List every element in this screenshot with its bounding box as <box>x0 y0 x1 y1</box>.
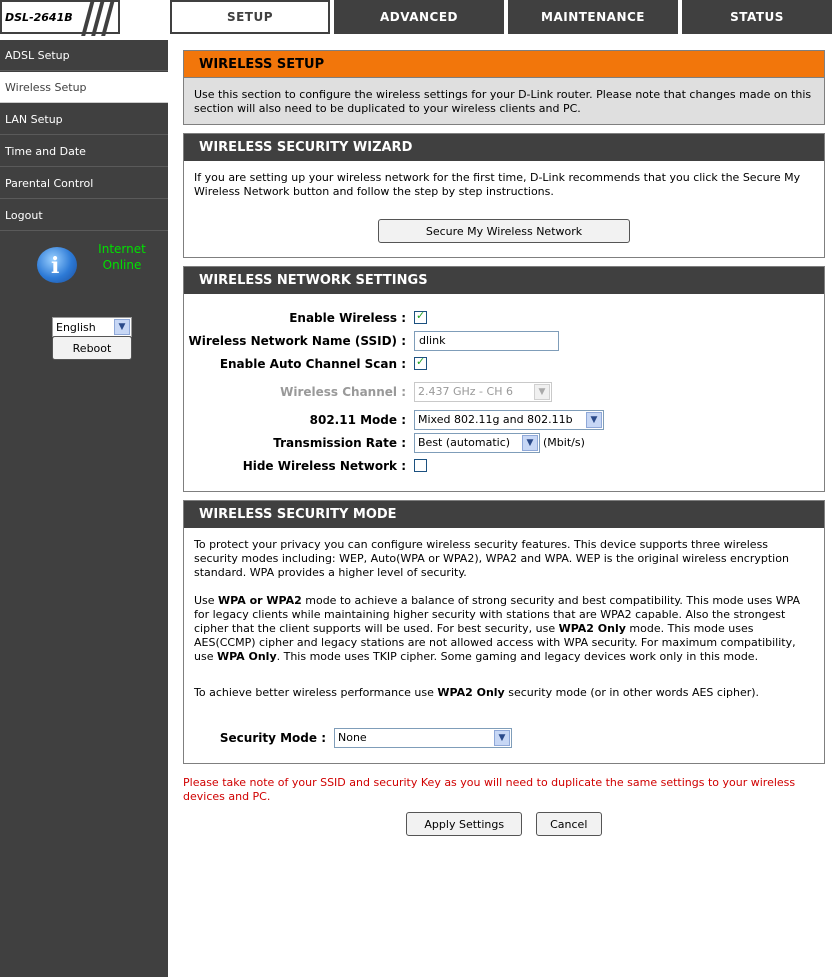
apply-settings-button[interactable]: Apply Settings <box>406 812 523 836</box>
wireless-setup-description: Use this section to configure the wirele… <box>184 78 824 124</box>
ssid-input[interactable]: dlink <box>414 330 559 351</box>
top-bar: DSL-2641B SETUP ADVANCED MAINTENANCE STA… <box>0 0 833 36</box>
chevron-down-icon: ▼ <box>114 319 130 335</box>
rate-select[interactable]: Best (automatic) ▼ <box>414 432 540 453</box>
mode-value: Mixed 802.11g and 802.11b <box>418 412 573 426</box>
hide-network-row: Hide Wireless Network : <box>184 454 824 477</box>
security-mode-select[interactable]: None ▼ <box>334 727 512 748</box>
chevron-down-icon: ▼ <box>494 729 510 746</box>
language-value: English <box>56 320 96 334</box>
channel-row: Wireless Channel : 2.437 GHz - CH 6 ▼ <box>184 380 824 403</box>
reboot-button[interactable]: Reboot <box>52 336 132 360</box>
security-mode-label: Security Mode : <box>219 730 326 745</box>
tab-setup[interactable]: SETUP <box>170 0 330 34</box>
device-logo: DSL-2641B <box>0 0 120 36</box>
auto-channel-label: Enable Auto Channel Scan : <box>219 356 406 371</box>
sidebar-item-adsl-setup[interactable]: ADSL Setup <box>0 40 168 71</box>
tab-advanced[interactable]: ADVANCED <box>334 0 504 34</box>
ssid-row: Wireless Network Name (SSID) : dlink <box>184 329 824 352</box>
channel-label: Wireless Channel : <box>280 384 406 399</box>
mode-label: 802.11 Mode : <box>309 412 406 427</box>
logo-slashes <box>80 0 120 36</box>
status-line-online: Online <box>102 258 142 272</box>
chevron-down-icon: ▼ <box>534 383 550 400</box>
security-performance-text: To achieve better wireless performance u… <box>194 686 760 699</box>
network-settings-title: WIRELESS NETWORK SETTINGS <box>184 267 824 294</box>
rate-unit: (Mbit/s) <box>543 435 585 449</box>
wizard-description: If you are setting up your wireless netw… <box>194 171 801 198</box>
internet-status-text: Internet Online <box>82 241 162 273</box>
cancel-button[interactable]: Cancel <box>535 812 602 836</box>
hide-network-checkbox[interactable] <box>414 459 427 472</box>
channel-value: 2.437 GHz - CH 6 <box>418 384 513 398</box>
mode-row: 802.11 Mode : Mixed 802.11g and 802.11b … <box>184 408 824 431</box>
security-mode-value: None <box>338 730 367 744</box>
sidebar-item-parental-control[interactable]: Parental Control <box>0 168 168 199</box>
ssid-label: Wireless Network Name (SSID) : <box>188 333 406 348</box>
enable-wireless-row: Enable Wireless : <box>184 306 824 329</box>
security-mode-title: WIRELESS SECURITY MODE <box>184 501 824 528</box>
rate-value: Best (automatic) <box>418 435 511 449</box>
network-settings-panel: WIRELESS NETWORK SETTINGS Enable Wireles… <box>183 266 825 492</box>
mode-select[interactable]: Mixed 802.11g and 802.11b ▼ <box>414 409 604 430</box>
security-intro-text: To protect your privacy you can configur… <box>194 538 789 579</box>
sidebar-item-wireless-setup[interactable]: Wireless Setup <box>0 72 168 103</box>
chevron-down-icon: ▼ <box>522 434 538 451</box>
hide-network-label: Hide Wireless Network : <box>242 458 406 473</box>
security-mode-panel: WIRELESS SECURITY MODE To protect your p… <box>183 500 825 764</box>
security-mode-row: Security Mode : None ▼ <box>194 726 814 749</box>
tab-status[interactable]: STATUS <box>682 0 832 34</box>
ssid-note: Please take note of your SSID and securi… <box>183 776 796 803</box>
sidebar-item-logout[interactable]: Logout <box>0 200 168 231</box>
tab-maintenance[interactable]: MAINTENANCE <box>508 0 678 34</box>
security-wpa-text: Use WPA or WPA2 mode to achieve a balanc… <box>194 594 801 663</box>
status-line-internet: Internet <box>98 242 146 256</box>
auto-channel-checkbox[interactable] <box>414 355 427 370</box>
globe-icon: i <box>37 247 77 283</box>
rate-label: Transmission Rate : <box>273 435 406 450</box>
main-content: WIRELESS SETUP Use this section to confi… <box>183 50 825 836</box>
wizard-title: WIRELESS SECURITY WIZARD <box>184 134 824 161</box>
rate-row: Transmission Rate : Best (automatic) ▼ (… <box>184 431 824 454</box>
wireless-setup-title: WIRELESS SETUP <box>184 51 824 78</box>
auto-channel-row: Enable Auto Channel Scan : <box>184 352 824 375</box>
sidebar-item-lan-setup[interactable]: LAN Setup <box>0 104 168 135</box>
sidebar: ADSL Setup Wireless Setup LAN Setup Time… <box>0 40 168 977</box>
sidebar-item-time-and-date[interactable]: Time and Date <box>0 136 168 167</box>
wizard-panel: WIRELESS SECURITY WIZARD If you are sett… <box>183 133 825 258</box>
chevron-down-icon: ▼ <box>586 411 602 428</box>
enable-wireless-checkbox[interactable] <box>414 309 427 324</box>
channel-select[interactable]: 2.437 GHz - CH 6 ▼ <box>414 381 552 402</box>
wireless-setup-panel: WIRELESS SETUP Use this section to confi… <box>183 50 825 125</box>
enable-wireless-label: Enable Wireless : <box>289 310 406 325</box>
main-nav: SETUP ADVANCED MAINTENANCE STATUS <box>127 0 833 36</box>
device-model: DSL-2641B <box>5 11 73 24</box>
internet-status: i Internet Online <box>0 239 168 299</box>
language-select[interactable]: English ▼ <box>52 317 132 337</box>
secure-wireless-network-button[interactable]: Secure My Wireless Network <box>378 219 630 243</box>
